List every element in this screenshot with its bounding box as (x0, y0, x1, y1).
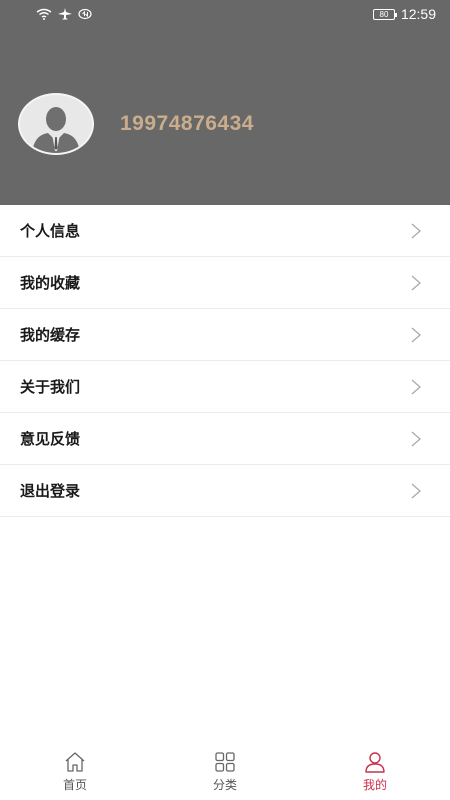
settings-menu: 个人信息 我的收藏 我的缓存 关于我们 意见反馈 退出登录 (0, 205, 450, 517)
status-time: 12:59 (400, 6, 436, 22)
person-icon (365, 752, 385, 773)
chevron-right-icon (411, 483, 421, 498)
profile-header: 80 12:59 19974876434 (0, 0, 450, 205)
phone-number: 19974876434 (120, 112, 254, 135)
bottom-tab-bar: 首页 分类 我的 (0, 746, 450, 800)
chevron-right-icon (411, 223, 421, 238)
chevron-right-icon (411, 379, 421, 394)
menu-item-label: 意见反馈 (20, 430, 81, 448)
data-icon (78, 5, 92, 24)
tab-category[interactable]: 分类 (150, 746, 300, 800)
home-icon (65, 752, 85, 772)
menu-item-about-us[interactable]: 关于我们 (0, 361, 450, 413)
menu-item-personal-info[interactable]: 个人信息 (0, 205, 450, 257)
tab-label: 首页 (62, 778, 87, 792)
wifi-icon (36, 5, 52, 24)
battery-indicator: 80 (372, 8, 397, 20)
user-avatar-icon (32, 107, 80, 153)
tab-label: 分类 (212, 778, 237, 792)
menu-item-label: 我的收藏 (20, 274, 81, 292)
chevron-right-icon (411, 275, 421, 290)
menu-item-cache[interactable]: 我的缓存 (0, 309, 450, 361)
airplane-icon (58, 5, 72, 24)
menu-item-logout[interactable]: 退出登录 (0, 465, 450, 517)
grid-icon (215, 752, 235, 772)
chevron-right-icon (411, 327, 421, 342)
avatar[interactable] (18, 93, 94, 155)
status-right: 80 12:59 (372, 6, 436, 22)
menu-item-label: 我的缓存 (20, 326, 81, 344)
menu-item-favorites[interactable]: 我的收藏 (0, 257, 450, 309)
menu-item-feedback[interactable]: 意见反馈 (0, 413, 450, 465)
menu-item-label: 关于我们 (20, 378, 81, 396)
menu-item-label: 个人信息 (20, 222, 81, 240)
status-bar: 80 12:59 (0, 0, 450, 28)
tab-label: 我的 (362, 778, 387, 792)
status-icons (36, 5, 92, 24)
tab-home[interactable]: 首页 (0, 746, 150, 800)
profile-info: 19974876434 (18, 93, 254, 155)
chevron-right-icon (411, 431, 421, 446)
menu-item-label: 退出登录 (20, 482, 81, 500)
tab-mine[interactable]: 我的 (300, 746, 450, 800)
